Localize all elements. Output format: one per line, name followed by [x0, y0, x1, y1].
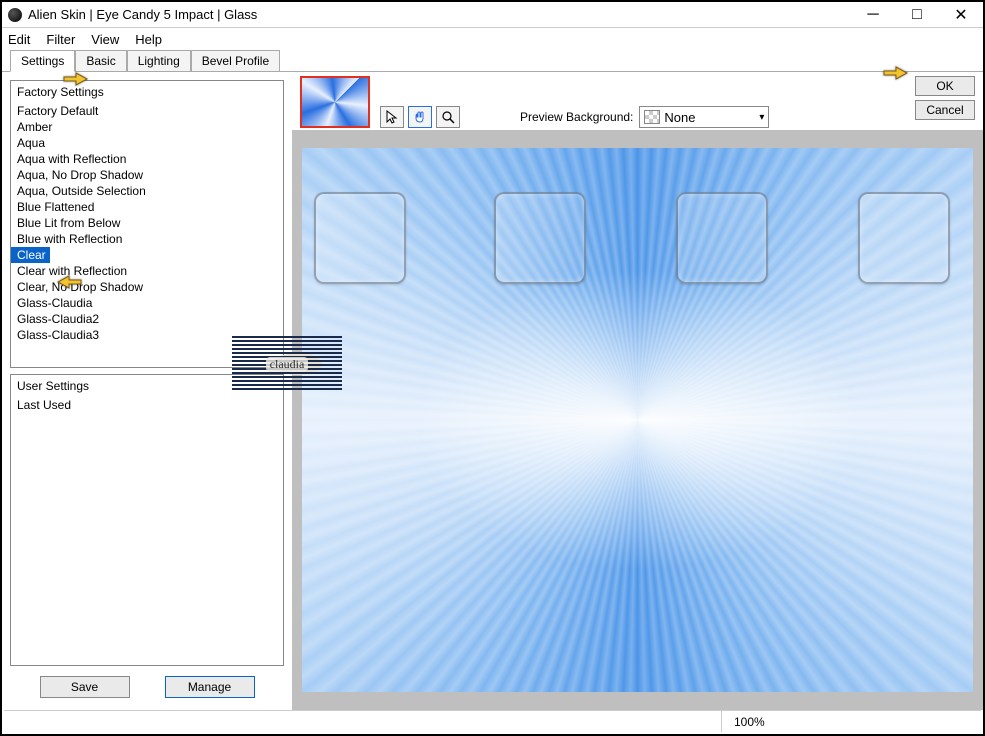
list-item[interactable]: Aqua with Reflection [11, 151, 283, 167]
menu-view[interactable]: View [91, 32, 119, 47]
list-item[interactable]: Amber [11, 119, 283, 135]
preview-canvas[interactable] [302, 148, 973, 692]
list-item[interactable]: Aqua, Outside Selection [11, 183, 283, 199]
list-item[interactable]: Factory Default [11, 103, 283, 119]
glass-preview-shape [494, 192, 586, 284]
list-item[interactable]: Aqua, No Drop Shadow [11, 167, 283, 183]
cancel-button[interactable]: Cancel [915, 100, 975, 120]
settings-buttons: Save Manage [10, 672, 284, 702]
app-icon [8, 8, 22, 22]
close-button[interactable]: ✕ [939, 2, 983, 28]
user-settings-listbox[interactable]: User Settings Last Used [10, 374, 284, 666]
hand-tool-icon[interactable] [408, 106, 432, 128]
list-item[interactable]: Glass-Claudia2 [11, 311, 283, 327]
factory-settings-listbox[interactable]: Factory Settings Factory DefaultAmberAqu… [10, 80, 284, 368]
list-item[interactable]: Clear, No Drop Shadow [11, 279, 283, 295]
list-item[interactable]: Blue Lit from Below [11, 215, 283, 231]
tab-lighting[interactable]: Lighting [127, 50, 191, 71]
menubar: Edit Filter View Help [2, 28, 983, 50]
tab-basic[interactable]: Basic [75, 50, 126, 71]
main-area: Factory Settings Factory DefaultAmberAqu… [2, 72, 983, 710]
list-item[interactable]: Blue Flattened [11, 199, 283, 215]
list-item[interactable]: Aqua [11, 135, 283, 151]
factory-settings-header: Factory Settings [11, 81, 283, 103]
list-item[interactable]: Clear [11, 247, 50, 263]
list-item[interactable]: Last Used [11, 397, 283, 413]
tab-bevel-profile[interactable]: Bevel Profile [191, 50, 280, 71]
ok-button[interactable]: OK [915, 76, 975, 96]
preview-background-value: None [664, 110, 695, 125]
list-item[interactable]: Blue with Reflection [11, 231, 283, 247]
list-item[interactable]: Clear with Reflection [11, 263, 283, 279]
preview-thumbnail[interactable] [300, 76, 370, 128]
zoom-tool-icon[interactable] [436, 106, 460, 128]
watermark-text: claudia [266, 357, 309, 372]
manage-button[interactable]: Manage [165, 676, 255, 698]
list-item[interactable]: Glass-Claudia [11, 295, 283, 311]
statusbar: 100% [4, 710, 981, 732]
checker-swatch-icon [644, 110, 660, 124]
menu-filter[interactable]: Filter [46, 32, 75, 47]
glass-preview-shape [314, 192, 406, 284]
preview-panel: Preview Background: None ▾ OK Cancel [292, 72, 983, 710]
zoom-level: 100% [721, 711, 981, 732]
glass-preview-shape [676, 192, 768, 284]
tab-strip: Settings Basic Lighting Bevel Profile [2, 50, 983, 72]
chevron-down-icon: ▾ [759, 112, 764, 123]
maximize-button[interactable]: □ [895, 2, 939, 28]
preview-canvas-wrap [292, 130, 983, 710]
preview-background-select[interactable]: None ▾ [639, 106, 769, 128]
glass-preview-shape [858, 192, 950, 284]
preview-toolbar: Preview Background: None ▾ OK Cancel [292, 72, 983, 130]
watermark: claudia [232, 336, 342, 392]
preview-background-label: Preview Background: [520, 110, 633, 124]
window-title: Alien Skin | Eye Candy 5 Impact | Glass [28, 7, 257, 22]
preview-background-control: Preview Background: None ▾ [520, 106, 769, 128]
save-button[interactable]: Save [40, 676, 130, 698]
minimize-button[interactable]: ─ [851, 2, 895, 28]
menu-edit[interactable]: Edit [8, 32, 30, 47]
pointer-tool-icon[interactable] [380, 106, 404, 128]
titlebar: Alien Skin | Eye Candy 5 Impact | Glass … [2, 2, 983, 28]
menu-help[interactable]: Help [135, 32, 162, 47]
tab-settings[interactable]: Settings [10, 50, 75, 72]
